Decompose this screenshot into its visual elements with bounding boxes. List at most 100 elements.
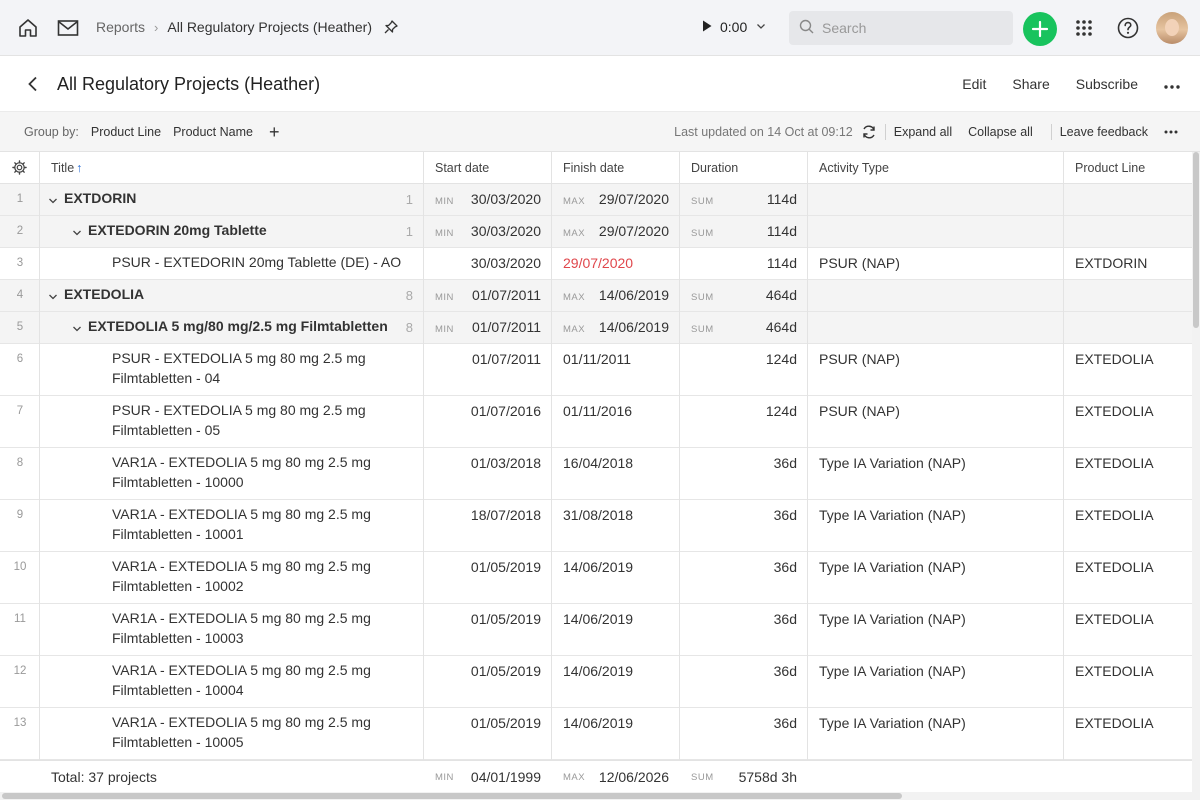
subscribe-button[interactable]: Subscribe xyxy=(1076,76,1138,92)
duration-cell[interactable]: 36d xyxy=(720,507,797,523)
column-header-title[interactable]: Title ↑ xyxy=(51,161,82,175)
product-line-cell[interactable]: EXTEDOLIA xyxy=(1075,611,1154,627)
back-arrow-icon[interactable] xyxy=(22,73,44,95)
table-row[interactable]: 9 VAR1A - EXTEDOLIA 5 mg 80 mg 2.5 mg Film… xyxy=(0,500,1192,552)
row-title[interactable]: PSUR - EXTEDOLIA 5 mg 80 mg 2.5 mg xyxy=(112,348,366,368)
mail-icon[interactable] xyxy=(56,16,80,40)
start-date-cell[interactable]: 30/03/2020 xyxy=(460,191,541,207)
activity-type-cell[interactable]: Type IA Variation (NAP) xyxy=(819,611,966,627)
chevron-down-icon[interactable] xyxy=(47,195,59,207)
row-title[interactable]: Filmtabletten - 10000 xyxy=(112,472,244,492)
refresh-icon[interactable] xyxy=(861,124,877,140)
row-title[interactable]: EXTEDORIN 20mg Tablette xyxy=(88,220,267,240)
start-date-cell[interactable]: 01/05/2019 xyxy=(460,663,541,679)
activity-type-cell[interactable]: PSUR (NAP) xyxy=(819,403,900,419)
table-row[interactable]: 12 VAR1A - EXTEDOLIA 5 mg 80 mg 2.5 mg Fil… xyxy=(0,656,1192,708)
product-line-cell[interactable]: EXTDORIN xyxy=(1075,255,1147,271)
duration-cell[interactable]: 36d xyxy=(720,455,797,471)
row-title[interactable]: Filmtabletten - 10005 xyxy=(112,732,244,752)
start-date-cell[interactable]: 18/07/2018 xyxy=(460,507,541,523)
vertical-scrollbar[interactable] xyxy=(1192,152,1200,800)
expand-all-button[interactable]: Expand all xyxy=(894,125,952,139)
start-date-cell[interactable]: 01/07/2016 xyxy=(460,403,541,419)
start-date-cell[interactable]: 01/03/2018 xyxy=(460,455,541,471)
row-title[interactable]: PSUR - EXTEDOLIA 5 mg 80 mg 2.5 mg xyxy=(112,400,366,420)
finish-date-cell[interactable]: 01/11/2011 xyxy=(563,351,631,367)
activity-type-cell[interactable]: Type IA Variation (NAP) xyxy=(819,507,966,523)
group-row[interactable]: 2 EXTEDORIN 20mg Tablette 1 MIN 30/03/2020 MA… xyxy=(0,216,1192,248)
row-title[interactable]: Filmtabletten - 04 xyxy=(112,368,220,388)
edit-button[interactable]: Edit xyxy=(962,76,986,92)
gear-icon[interactable] xyxy=(12,160,27,178)
product-line-cell[interactable]: EXTEDOLIA xyxy=(1075,559,1154,575)
row-title[interactable]: EXTEDOLIA xyxy=(64,284,144,304)
row-title[interactable]: EXTDORIN xyxy=(64,188,136,208)
duration-cell[interactable]: 36d xyxy=(720,715,797,731)
group-row[interactable]: 4 EXTEDOLIA 8 MIN 01/07/2011 MAX 14/06/2019 SUM… xyxy=(0,280,1192,312)
product-line-cell[interactable]: EXTEDOLIA xyxy=(1075,403,1154,419)
row-title[interactable]: VAR1A - EXTEDOLIA 5 mg 80 mg 2.5 mg xyxy=(112,556,371,576)
finish-date-cell[interactable]: 29/07/2020 xyxy=(588,223,669,239)
column-header-finish-date[interactable]: Finish date xyxy=(563,161,624,175)
grid-icon[interactable] xyxy=(1072,16,1096,40)
chevron-down-icon[interactable] xyxy=(47,291,59,303)
product-line-cell[interactable]: EXTEDOLIA xyxy=(1075,455,1154,471)
column-header-activity-type[interactable]: Activity Type xyxy=(819,161,889,175)
product-line-cell[interactable]: EXTEDOLIA xyxy=(1075,351,1154,367)
duration-cell[interactable]: 36d xyxy=(720,559,797,575)
add-group-button[interactable]: + xyxy=(269,123,280,141)
row-title[interactable]: Filmtabletten - 05 xyxy=(112,420,220,440)
activity-type-cell[interactable]: Type IA Variation (NAP) xyxy=(819,663,966,679)
duration-cell[interactable]: 36d xyxy=(720,663,797,679)
start-date-cell[interactable]: 01/05/2019 xyxy=(460,611,541,627)
finish-date-cell[interactable]: 14/06/2019 xyxy=(588,287,669,303)
chevron-down-icon[interactable] xyxy=(71,323,83,335)
start-date-cell[interactable]: 30/03/2020 xyxy=(460,223,541,239)
finish-date-cell[interactable]: 29/07/2020 xyxy=(563,255,633,271)
duration-cell[interactable]: 464d xyxy=(720,319,797,335)
start-date-cell[interactable]: 01/05/2019 xyxy=(460,559,541,575)
table-row[interactable]: 3 PSUR - EXTEDORIN 20mg Tablette (DE) - A… xyxy=(0,248,1192,280)
product-line-cell[interactable]: EXTEDOLIA xyxy=(1075,507,1154,523)
row-title[interactable]: VAR1A - EXTEDOLIA 5 mg 80 mg 2.5 mg xyxy=(112,504,371,524)
column-header-start-date[interactable]: Start date xyxy=(435,161,489,175)
duration-cell[interactable]: 114d xyxy=(720,255,797,271)
finish-date-cell[interactable]: 31/08/2018 xyxy=(563,507,633,523)
row-title[interactable]: VAR1A - EXTEDOLIA 5 mg 80 mg 2.5 mg xyxy=(112,712,371,732)
time-tracker[interactable]: 0:00 xyxy=(702,19,767,35)
column-header-product-line[interactable]: Product Line xyxy=(1075,161,1145,175)
breadcrumb-reports-link[interactable]: Reports xyxy=(96,19,145,35)
search-input[interactable] xyxy=(822,20,1002,36)
pin-icon[interactable] xyxy=(384,20,398,34)
start-date-cell[interactable]: 01/07/2011 xyxy=(460,351,541,367)
row-title[interactable]: EXTEDOLIA 5 mg/80 mg/2.5 mg Filmtablette… xyxy=(88,316,388,336)
start-date-cell[interactable]: 01/07/2011 xyxy=(460,287,541,303)
row-title[interactable]: Filmtabletten - 10004 xyxy=(112,680,244,700)
group-chip-product-name[interactable]: Product Name xyxy=(173,125,253,139)
finish-date-cell[interactable]: 14/06/2019 xyxy=(563,715,633,731)
leave-feedback-button[interactable]: Leave feedback xyxy=(1060,125,1148,139)
row-title[interactable]: Filmtabletten - 10003 xyxy=(112,628,244,648)
finish-date-cell[interactable]: 14/06/2019 xyxy=(588,319,669,335)
duration-cell[interactable]: 464d xyxy=(720,287,797,303)
share-button[interactable]: Share xyxy=(1012,76,1049,92)
start-date-cell[interactable]: 30/03/2020 xyxy=(460,255,541,271)
question-icon[interactable] xyxy=(1116,16,1140,40)
group-row[interactable]: 1 EXTDORIN 1 MIN 30/03/2020 MAX 29/07/2020 SUM 1… xyxy=(0,184,1192,216)
start-date-cell[interactable]: 01/05/2019 xyxy=(460,715,541,731)
activity-type-cell[interactable]: Type IA Variation (NAP) xyxy=(819,559,966,575)
finish-date-cell[interactable]: 16/04/2018 xyxy=(563,455,633,471)
group-chip-product-line[interactable]: Product Line xyxy=(91,125,161,139)
table-row[interactable]: 11 VAR1A - EXTEDOLIA 5 mg 80 mg 2.5 mg Fil… xyxy=(0,604,1192,656)
finish-date-cell[interactable]: 14/06/2019 xyxy=(563,559,633,575)
row-title[interactable]: VAR1A - EXTEDOLIA 5 mg 80 mg 2.5 mg xyxy=(112,452,371,472)
finish-date-cell[interactable]: 29/07/2020 xyxy=(588,191,669,207)
add-button[interactable] xyxy=(1023,12,1057,46)
finish-date-cell[interactable]: 14/06/2019 xyxy=(563,663,633,679)
activity-type-cell[interactable]: Type IA Variation (NAP) xyxy=(819,455,966,471)
search-box[interactable] xyxy=(789,11,1013,45)
table-row[interactable]: 6 PSUR - EXTEDOLIA 5 mg 80 mg 2.5 mg Filmt… xyxy=(0,344,1192,396)
group-row[interactable]: 5 EXTEDOLIA 5 mg/80 mg/2.5 mg Filmtablett… xyxy=(0,312,1192,344)
table-row[interactable]: 7 PSUR - EXTEDOLIA 5 mg 80 mg 2.5 mg Filmt… xyxy=(0,396,1192,448)
duration-cell[interactable]: 124d xyxy=(720,351,797,367)
